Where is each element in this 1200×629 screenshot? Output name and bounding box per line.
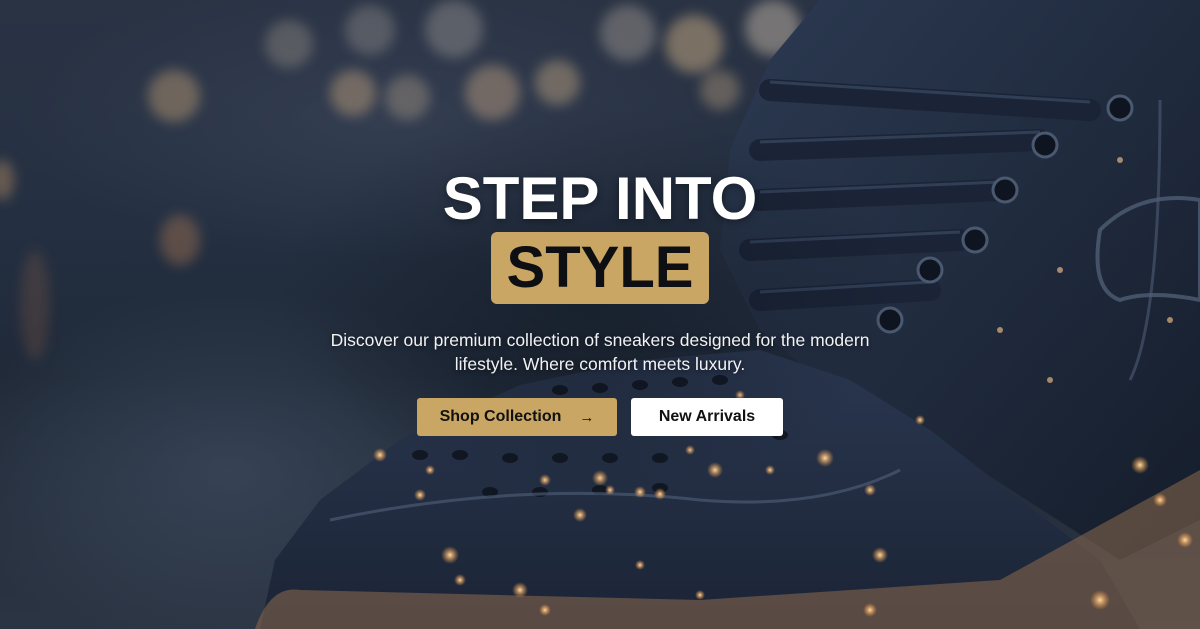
- hero-content: STEP INTO STYLE Discover our premium col…: [0, 166, 1200, 436]
- shop-collection-label: Shop Collection: [439, 408, 562, 425]
- hero-subtitle: Discover our premium collection of sneak…: [330, 330, 870, 374]
- hero-title-highlight: STYLE: [490, 232, 710, 304]
- arrow-right-icon: →: [579, 408, 595, 426]
- shop-collection-button[interactable]: Shop Collection →: [417, 398, 617, 436]
- new-arrivals-button[interactable]: New Arrivals: [631, 398, 783, 436]
- hero-title: STEP INTO: [442, 165, 758, 232]
- hero-section: STEP INTO STYLE Discover our premium col…: [0, 0, 1200, 629]
- hero-actions: Shop Collection → New Arrivals: [417, 398, 783, 436]
